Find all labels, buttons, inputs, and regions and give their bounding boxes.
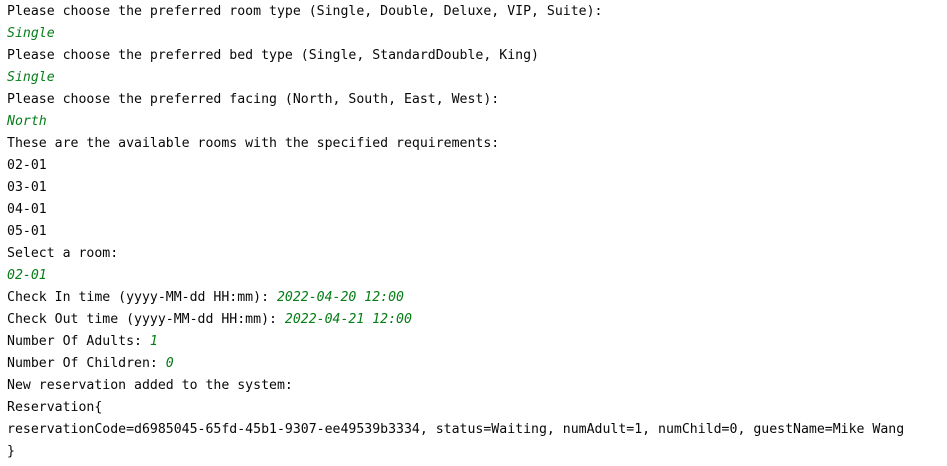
reservation-added-message: New reservation added to the system:	[7, 378, 293, 393]
input-selected-room: 02-01	[7, 268, 47, 283]
input-check-out: 2022-04-21 12:00	[284, 312, 412, 327]
prompt-select-room: Select a room:	[7, 246, 119, 261]
console-output[interactable]: Please choose the preferred room type (S…	[7, 1, 947, 463]
input-bed-type: Single	[7, 70, 55, 85]
check-in-line: Check In time (yyyy-MM-dd HH:mm): 2022-0…	[7, 287, 947, 309]
input-children: 0	[165, 356, 174, 371]
room-list-item: 04-01	[7, 202, 47, 217]
prompt-bed-type: Please choose the preferred bed type (Si…	[7, 48, 539, 63]
prompt-children: Number Of Children:	[7, 356, 166, 371]
input-adults: 1	[149, 334, 158, 349]
adults-line: Number Of Adults: 1	[7, 331, 947, 353]
prompt-check-in: Check In time (yyyy-MM-dd HH:mm):	[7, 290, 277, 305]
prompt-adults: Number Of Adults:	[7, 334, 150, 349]
room-list-item: 05-01	[7, 224, 47, 239]
available-rooms-header: These are the available rooms with the s…	[7, 136, 500, 151]
room-list-item: 02-01	[7, 158, 47, 173]
input-facing: North	[7, 114, 47, 129]
reservation-details: reservationCode=d6985045-65fd-45b1-9307-…	[7, 422, 905, 437]
prompt-check-out: Check Out time (yyyy-MM-dd HH:mm):	[7, 312, 285, 327]
input-check-in: 2022-04-20 12:00	[276, 290, 404, 305]
check-out-line: Check Out time (yyyy-MM-dd HH:mm): 2022-…	[7, 309, 947, 331]
room-list-item: 03-01	[7, 180, 47, 195]
reservation-open: Reservation{	[7, 400, 103, 415]
children-line: Number Of Children: 0	[7, 353, 947, 375]
prompt-room-type: Please choose the preferred room type (S…	[7, 4, 603, 19]
prompt-facing: Please choose the preferred facing (Nort…	[7, 92, 500, 107]
input-room-type: Single	[7, 26, 55, 41]
reservation-close: }	[7, 444, 15, 459]
